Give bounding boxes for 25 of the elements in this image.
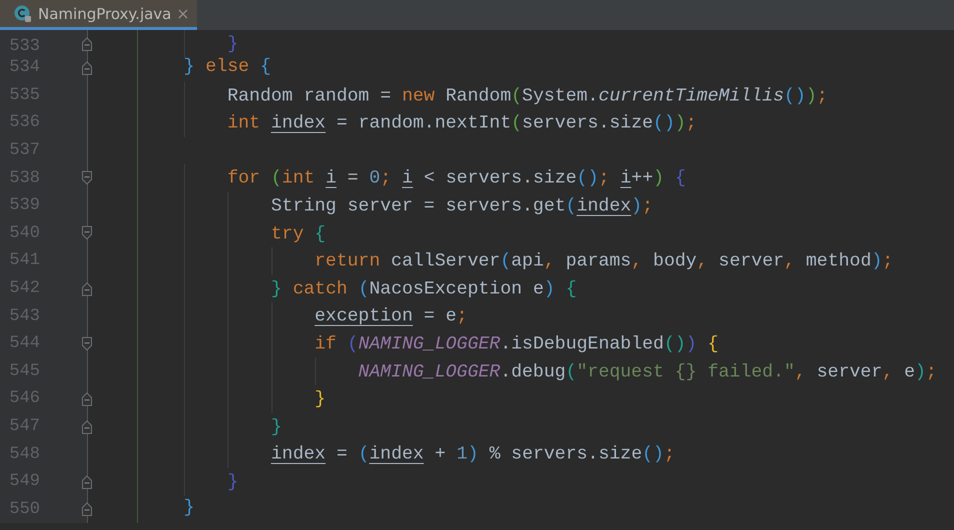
code-line: int index = random.nextInt(servers.size());	[138, 109, 697, 137]
tab-title: NamingProxy.java	[38, 4, 172, 22]
fold-start-icon[interactable]	[79, 225, 95, 242]
close-icon[interactable]	[177, 8, 190, 20]
code-line: }	[182, 497, 195, 520]
fold-end-icon[interactable]	[79, 418, 95, 435]
class-file-icon	[14, 4, 32, 22]
code-line: } catch (NacosException e) {	[138, 274, 577, 302]
fold-end-icon[interactable]	[79, 390, 95, 407]
fold-end-icon[interactable]	[79, 501, 95, 518]
fold-start-icon[interactable]	[79, 336, 95, 352]
fold-end-icon[interactable]	[79, 474, 95, 490]
code-line: for (int i = 0; i < servers.size(); i++) {	[138, 164, 686, 192]
code-line: index = (index + 1) % servers.size();	[138, 440, 675, 468]
code-line: if (NAMING_LOGGER.isDebugEnabled()) {	[138, 330, 719, 358]
code-line: Random random = new Random(System.currentTimeMillis());	[138, 82, 828, 110]
editor-tab[interactable]: NamingProxy.java	[0, 0, 198, 30]
code-line: return callServer(api, params, body, server, method);	[138, 247, 894, 275]
fold-end-icon[interactable]	[79, 280, 95, 297]
fold-end-icon[interactable]	[79, 60, 95, 76]
fold-start-icon[interactable]	[79, 170, 95, 186]
code-line: } else {	[182, 56, 272, 79]
code-line: NAMING_LOGGER.debug("request {} failed.", server, e);	[138, 358, 937, 386]
code-line: String server = servers.get(index);	[138, 192, 654, 220]
fold-end-icon[interactable]	[79, 36, 95, 52]
